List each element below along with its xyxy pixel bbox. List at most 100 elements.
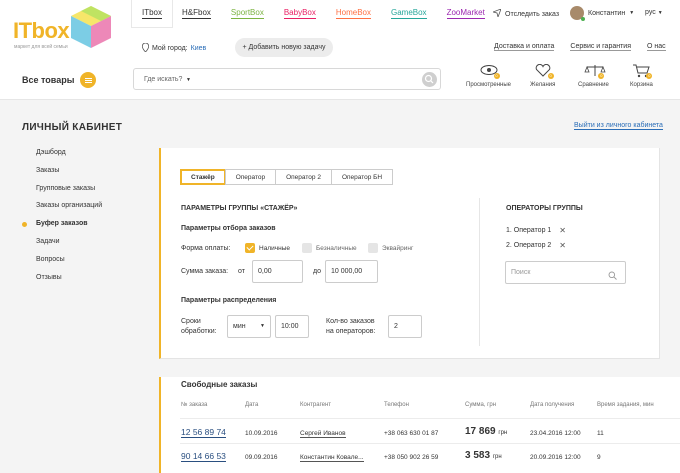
nav-tab-gamebox[interactable]: GameBox <box>381 0 437 27</box>
operator-name: 1. Оператор 1 <box>506 227 552 234</box>
column-header: Сумма, грн <box>465 402 497 408</box>
terms-label-line: обработки: <box>181 328 217 335</box>
nav-tab-itbox[interactable]: ITbox <box>132 0 173 27</box>
column-header: Дата <box>245 402 259 408</box>
row-divider <box>180 418 680 419</box>
order-currency: грн <box>498 430 508 436</box>
cart-icon: 0 <box>632 64 653 79</box>
wishlist-label: Желания <box>530 82 556 88</box>
all-goods-label: Все товары <box>22 75 75 85</box>
unit-select[interactable]: мин ▼ <box>227 315 271 338</box>
nav-tab-label: SportBox <box>230 8 264 19</box>
track-order-link[interactable]: Отследить заказ <box>491 8 560 19</box>
sidebar-item-orders[interactable]: Заказы <box>36 167 102 185</box>
row-divider <box>180 443 680 444</box>
order-currency: грн <box>492 454 502 460</box>
logo-cube-icon <box>68 4 114 52</box>
nav-tab-zoomarket[interactable]: ZooMarket <box>437 0 495 27</box>
chevron-down-icon: ▼ <box>186 77 191 83</box>
close-icon[interactable]: ✕ <box>559 241 566 250</box>
sidebar-item-org-orders[interactable]: Заказы организаций <box>36 202 102 220</box>
cashless-checkbox[interactable] <box>302 243 312 253</box>
nav-tab-babybox[interactable]: BabyBox <box>274 0 326 27</box>
column-header: Время задания, мин <box>597 402 654 408</box>
sidebar-item-order-buffer[interactable]: Буфер заказов <box>21 220 102 238</box>
operator-search-input[interactable]: Поиск <box>505 261 626 284</box>
nav-tab-label: GameBox <box>390 8 427 19</box>
all-goods-button[interactable]: Все товары <box>22 72 97 88</box>
nav-tab-label: H&Fbox <box>182 8 211 19</box>
search-icon[interactable] <box>422 72 437 87</box>
about-link[interactable]: О нас <box>647 43 666 51</box>
terms-input[interactable]: 10:00 <box>275 315 309 338</box>
sidebar-item-group-orders[interactable]: Групповые заказы <box>36 185 102 203</box>
cart-label: Корзина <box>630 82 653 88</box>
cashless-label: Безналичные <box>316 245 357 252</box>
nav-tab-label: BabyBox <box>283 8 316 19</box>
sidebar-item-questions[interactable]: Вопросы <box>36 256 102 274</box>
logo[interactable]: ITbox <box>13 18 70 44</box>
order-sum: 3 583 грн <box>465 450 502 461</box>
acquiring-checkbox[interactable] <box>368 243 378 253</box>
sidebar-item-dashboard[interactable]: Дэшборд <box>36 149 102 167</box>
count-input[interactable]: 2 <box>388 315 422 338</box>
column-header: Телефон <box>384 402 409 408</box>
cart-count: 0 <box>646 73 653 79</box>
language-value: рус <box>645 9 656 16</box>
tab-operator[interactable]: Оператор <box>224 169 277 185</box>
delivery-link[interactable]: Доставка и оплата <box>494 43 555 51</box>
contractor-link[interactable]: Константин Ковале... <box>300 454 364 462</box>
sidebar-item-tasks[interactable]: Задачи <box>36 238 102 256</box>
close-icon[interactable]: ✕ <box>559 226 566 235</box>
group-tabs: Стажёр Оператор Оператор 2 Оператор БН <box>180 169 394 185</box>
nav-tab-sportbox[interactable]: SportBox <box>221 0 274 27</box>
sum-from-input[interactable]: 0,00 <box>252 260 303 283</box>
order-time: 11 <box>597 430 604 437</box>
city-selector[interactable]: Мой город: Киев <box>141 42 206 54</box>
add-task-button[interactable]: + Добавить новую задачу <box>235 38 333 57</box>
user-name: Константин <box>588 9 626 17</box>
operator-item: 2. Оператор 2 ✕ <box>506 241 566 250</box>
nav-tab-homebox[interactable]: HomeBox <box>326 0 381 27</box>
count-label: Кол-во заказов на операторов: <box>326 317 375 337</box>
order-number-link[interactable]: 12 56 89 74 <box>181 427 226 438</box>
chevron-down-icon: ▼ <box>657 10 663 16</box>
search-placeholder: Где искать? <box>144 76 183 83</box>
nav-tab-label: HomeBox <box>335 8 371 19</box>
wishlist-button[interactable]: 0 Желания <box>530 63 556 88</box>
search-bar[interactable]: Где искать? ▼ <box>133 68 441 90</box>
cart-button[interactable]: 0 Корзина <box>630 64 653 88</box>
compare-button[interactable]: 0 Сравнение <box>578 64 609 88</box>
track-order-label: Отследить заказ <box>505 10 560 18</box>
cash-checkbox[interactable] <box>245 243 255 253</box>
logout-link[interactable]: Выйти из личного кабинета <box>574 122 663 130</box>
sum-to-input[interactable]: 10 000,00 <box>325 260 378 283</box>
payment-label: Форма оплаты: <box>181 245 231 252</box>
order-received: 23.04.2016 12:00 <box>530 430 581 437</box>
tab-intern[interactable]: Стажёр <box>180 169 226 185</box>
operator-search-placeholder: Поиск <box>511 269 531 276</box>
operators-title: ОПЕРАТОРЫ ГРУППЫ <box>506 205 583 212</box>
viewed-button[interactable]: 0 Просмотренные <box>466 64 511 88</box>
sidebar-item-reviews[interactable]: Отзывы <box>36 274 102 292</box>
language-select[interactable]: рус ▼ <box>645 9 663 16</box>
viewed-label: Просмотренные <box>466 82 512 88</box>
viewed-count: 0 <box>493 73 500 79</box>
filter-title: Параметры отбора заказов <box>181 225 276 232</box>
order-number-link[interactable]: 90 14 66 53 <box>181 451 226 462</box>
menu-icon <box>80 72 97 88</box>
search-icon <box>608 268 617 289</box>
order-phone: +38 063 630 01 87 <box>384 430 439 437</box>
nav-tab-hfbox[interactable]: H&Fbox <box>172 0 221 27</box>
tab-operator-2[interactable]: Оператор 2 <box>275 169 332 185</box>
contractor-link[interactable]: Сергей Иванов <box>300 430 346 438</box>
operator-name: 2. Оператор 2 <box>506 242 552 249</box>
tab-operator-bn[interactable]: Оператор БН <box>330 169 394 185</box>
user-menu[interactable]: Константин ▼ <box>570 6 634 21</box>
order-date: 09.09.2016 <box>245 454 278 461</box>
count-label-line: на операторов: <box>326 328 376 335</box>
wishlist-count: 0 <box>547 73 554 79</box>
order-phone: +38 050 902 26 59 <box>384 454 439 461</box>
count-label-line: Кол-во заказов <box>326 318 375 325</box>
service-link[interactable]: Сервис и гарантия <box>570 43 632 51</box>
